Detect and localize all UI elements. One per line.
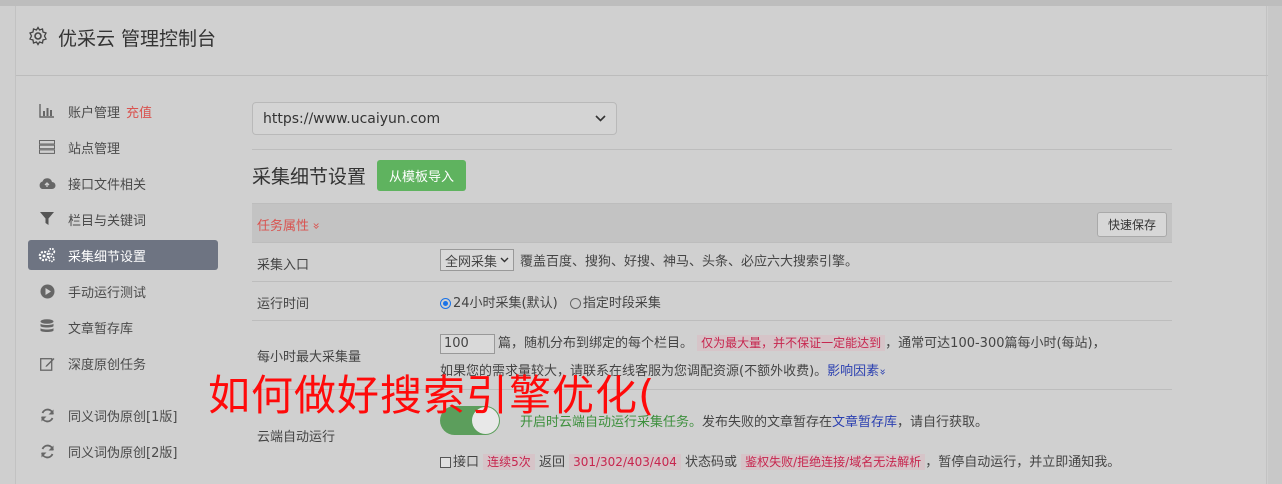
table-row: 运行时间 24小时采集(默认) 指定时段采集 bbox=[252, 281, 1172, 320]
entry-description: 覆盖百度、搜狗、好搜、神马、头条、必应六大搜索引擎。 bbox=[520, 254, 859, 270]
runtime-radio-scheduled[interactable] bbox=[569, 298, 581, 309]
entry-label: 采集入口 bbox=[257, 258, 310, 273]
entry-select-value: 全网采集 bbox=[445, 254, 498, 270]
sidebar-item-label: 手动运行测试 bbox=[68, 285, 147, 301]
cloud-text1: 发布失败的文章暂存在 bbox=[702, 415, 833, 430]
gear-icon bbox=[29, 26, 47, 46]
max-text2: ，通常可达100-300篇每小时(每站)， bbox=[885, 336, 1106, 351]
sidebar-item-manual-test[interactable]: 手动运行测试 bbox=[28, 276, 218, 306]
cloud-label: 云端自动运行 bbox=[257, 430, 336, 445]
site-select-value: https://www.ucaiyun.com bbox=[263, 110, 441, 127]
task-properties-toggle[interactable]: 任务属性 » bbox=[257, 215, 324, 234]
mid-text1: 返回 bbox=[538, 455, 565, 470]
runtime-option-24h: 24小时采集(默认) bbox=[453, 296, 558, 311]
tail-text: ，暂停自动运行，并立即通知我。 bbox=[925, 455, 1121, 470]
max-warning: 仅为最大量，并不保证一定能达到 bbox=[697, 335, 886, 351]
server-icon bbox=[38, 138, 56, 156]
refresh-icon bbox=[38, 442, 56, 460]
sidebar-item-label: 采集细节设置 bbox=[68, 249, 147, 265]
sidebar-item-label: 栏目与关键词 bbox=[68, 213, 147, 229]
sidebar-item-account[interactable]: 账户管理 充值 bbox=[28, 96, 218, 126]
bar-chart-icon bbox=[38, 102, 56, 120]
sidebar-item-label: 接口文件相关 bbox=[68, 177, 147, 193]
sidebar-item-label: 深度原创任务 bbox=[68, 357, 147, 373]
chevron-down-icon bbox=[500, 257, 509, 263]
divider bbox=[252, 149, 1172, 150]
cloud-upload-icon bbox=[38, 174, 56, 192]
edit-icon bbox=[38, 354, 56, 372]
sidebar-item-keywords[interactable]: 栏目与关键词 bbox=[28, 204, 218, 234]
article-store-link[interactable]: 文章暂存库 bbox=[832, 415, 897, 430]
overlay-caption: 如何做好搜索引擎优化( bbox=[208, 371, 656, 420]
warn-consecutive: 连续5次 bbox=[483, 454, 535, 470]
cloud-pause-rule: 接口 连续5次 返回 301/302/403/404 状态码或 鉴权失败/拒绝连… bbox=[440, 451, 1120, 470]
recharge-link[interactable]: 充值 bbox=[126, 102, 152, 121]
section-title: 采集细节设置 bbox=[252, 166, 367, 188]
entry-select[interactable]: 全网采集 bbox=[440, 249, 515, 271]
runtime-value: 24小时采集(默认) 指定时段采集 bbox=[440, 292, 661, 311]
max-input[interactable]: 100 bbox=[440, 333, 495, 354]
warn-status-codes: 301/302/403/404 bbox=[569, 454, 681, 470]
table-row: 采集入口 全网采集 覆盖百度、搜狗、好搜、神马、头条、必应六大搜索引擎。 bbox=[252, 242, 1172, 281]
factors-arrow-icon: » bbox=[876, 368, 890, 376]
warn-auth-fail: 鉴权失败/拒绝连接/域名无法解析 bbox=[741, 454, 926, 470]
play-circle-icon bbox=[38, 282, 56, 300]
sidebar-item-synonym-v2[interactable]: 同义词伪原创[2版] bbox=[28, 436, 218, 466]
sidebar-item-synonym-v1[interactable]: 同义词伪原创[1版] bbox=[28, 400, 218, 430]
max-text1: 篇，随机分布到绑定的每个栏目。 bbox=[498, 336, 694, 351]
runtime-radio-24h[interactable] bbox=[440, 298, 451, 309]
sidebar-item-article-store[interactable]: 文章暂存库 bbox=[28, 312, 218, 342]
checkbox-label: 接口 bbox=[453, 455, 480, 470]
site-select[interactable]: https://www.ucaiyun.com bbox=[252, 102, 617, 135]
quick-save-button[interactable]: 快速保存 bbox=[1096, 212, 1167, 237]
cogs-icon bbox=[38, 246, 56, 264]
scrollbar-track[interactable] bbox=[1268, 6, 1282, 484]
sidebar: 账户管理 充值 站点管理 接口文件相关 栏目与关键词 采集细节设置 手动运行测试… bbox=[28, 96, 218, 472]
task-properties-label: 任务属性 bbox=[257, 219, 310, 234]
entry-value: 全网采集 覆盖百度、搜狗、好搜、神马、头条、必应六大搜索引擎。 bbox=[440, 249, 858, 271]
expand-icon: » bbox=[309, 222, 324, 230]
sidebar-item-label: 账户管理 bbox=[68, 105, 121, 121]
database-icon bbox=[38, 318, 56, 336]
settings-table: 任务属性 » 快速保存 采集入口 全网采集 覆盖百度、搜狗、好搜、神马、头条、必… bbox=[252, 203, 1172, 479]
cloud-text2: ，请自行获取。 bbox=[897, 415, 989, 430]
sidebar-item-sites[interactable]: 站点管理 bbox=[28, 132, 218, 162]
import-template-button[interactable]: 从模板导入 bbox=[377, 160, 467, 191]
filter-icon bbox=[38, 210, 56, 228]
sidebar-item-collect-settings[interactable]: 采集细节设置 bbox=[28, 240, 218, 270]
interface-checkbox[interactable] bbox=[440, 457, 451, 468]
chevron-down-icon bbox=[595, 115, 606, 122]
page-header: 优采云 管理控制台 bbox=[16, 6, 1268, 76]
runtime-label: 运行时间 bbox=[257, 297, 310, 312]
sidebar-item-label: 同义词伪原创[1版] bbox=[68, 409, 178, 425]
page-title: 优采云 管理控制台 bbox=[58, 28, 217, 50]
main-content: https://www.ucaiyun.com 采集细节设置 从模板导入 任务属… bbox=[252, 102, 1172, 470]
mid-text2: 状态码或 bbox=[684, 455, 737, 470]
sidebar-item-label: 同义词伪原创[2版] bbox=[68, 445, 178, 461]
runtime-option-scheduled: 指定时段采集 bbox=[582, 296, 661, 311]
refresh-icon bbox=[38, 406, 56, 424]
sidebar-item-label: 文章暂存库 bbox=[68, 321, 134, 337]
sidebar-item-interface[interactable]: 接口文件相关 bbox=[28, 168, 218, 198]
table-header-row: 任务属性 » 快速保存 bbox=[252, 203, 1172, 242]
sidebar-item-deep-original[interactable]: 深度原创任务 bbox=[28, 348, 218, 378]
sidebar-item-label: 站点管理 bbox=[68, 141, 121, 157]
